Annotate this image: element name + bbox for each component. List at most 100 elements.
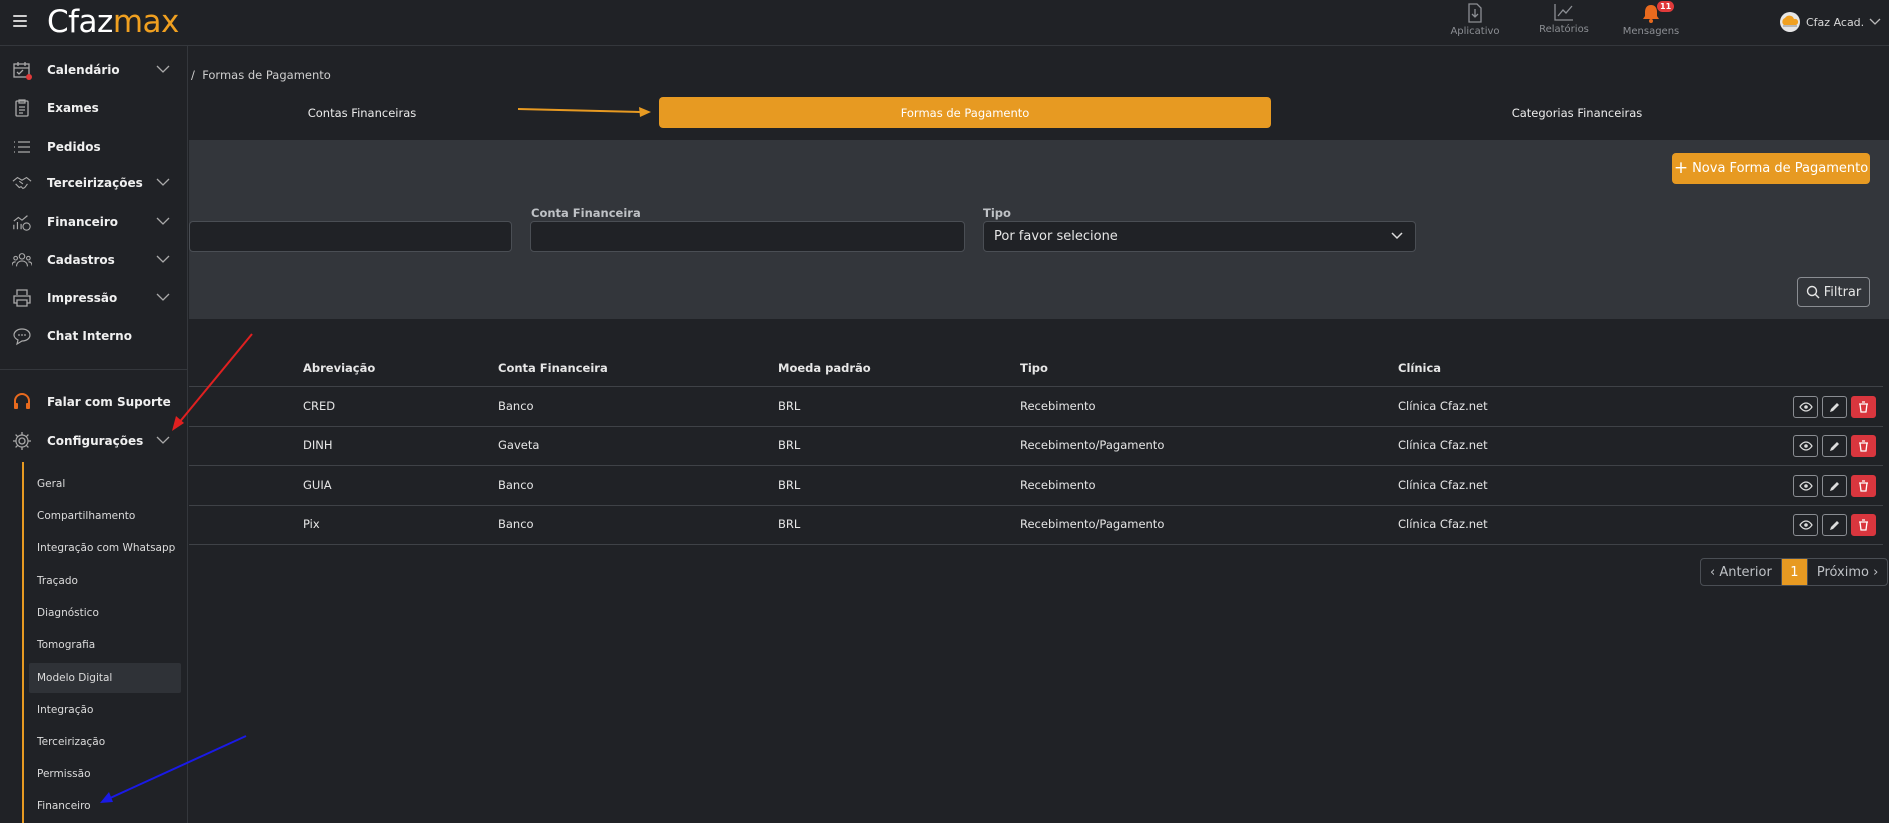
chart-icon xyxy=(1554,4,1573,21)
eye-icon xyxy=(1798,402,1813,412)
printer-icon xyxy=(12,288,32,308)
submenu-indicator xyxy=(22,462,24,823)
avatar xyxy=(1780,12,1800,32)
row-divider xyxy=(189,544,1883,545)
user-menu[interactable]: Cfaz Acad. xyxy=(1778,11,1881,33)
tipo-label: Tipo xyxy=(983,206,1011,220)
page-1-button[interactable]: 1 xyxy=(1780,559,1808,585)
delete-button[interactable] xyxy=(1851,475,1876,497)
trash-icon xyxy=(1859,480,1868,492)
tab-formas-pagamento[interactable]: Formas de Pagamento xyxy=(659,97,1271,128)
col-header-abreviacao: Abreviação xyxy=(303,361,376,375)
pencil-icon xyxy=(1829,403,1839,412)
col-header-moeda: Moeda padrão xyxy=(778,361,871,375)
chevron-down-icon xyxy=(156,178,170,186)
pencil-icon xyxy=(1829,482,1839,491)
chevron-down-icon xyxy=(156,436,170,444)
chevron-down-icon xyxy=(1869,18,1881,25)
col-header-clinica: Clínica xyxy=(1398,361,1442,375)
conta-financeira-label: Conta Financeira xyxy=(531,206,641,220)
tab-categorias-financeiras[interactable]: Categorias Financeiras xyxy=(1271,97,1883,128)
table-row: Pix Banco BRL Recebimento/Pagamento Clín… xyxy=(189,505,1883,544)
users-icon xyxy=(12,250,32,270)
submenu-item-tomografia[interactable]: Tomografia xyxy=(29,630,181,660)
sidebar-item-chat-interno[interactable]: Chat Interno xyxy=(0,321,188,351)
sidebar-item-configuracoes[interactable]: Configurações xyxy=(0,426,188,456)
eye-icon xyxy=(1798,441,1813,451)
submenu-item-tracado[interactable]: Traçado xyxy=(29,566,181,596)
trash-icon xyxy=(1859,440,1868,452)
edit-button[interactable] xyxy=(1822,475,1847,497)
top-bar: Cfazmax Aplicativo Relatórios 11 Mensage… xyxy=(0,0,1889,46)
sidebar-item-calendario[interactable]: Calendário xyxy=(0,55,188,85)
download-icon xyxy=(1468,3,1482,23)
header-item-aplicativo[interactable]: Aplicativo xyxy=(1435,3,1515,37)
trash-icon xyxy=(1859,519,1868,531)
finance-icon xyxy=(12,212,32,232)
filter-button[interactable]: Filtrar xyxy=(1797,277,1870,307)
submenu-item-compartilhamento[interactable]: Compartilhamento xyxy=(29,501,181,531)
submenu-item-geral[interactable]: Geral xyxy=(29,469,181,499)
edit-button[interactable] xyxy=(1822,514,1847,536)
header-item-relatorios[interactable]: Relatórios xyxy=(1524,3,1604,35)
sidebar-item-cadastros[interactable]: Cadastros xyxy=(0,245,188,275)
eye-icon xyxy=(1798,520,1813,530)
delete-button[interactable] xyxy=(1851,396,1876,418)
edit-button[interactable] xyxy=(1822,396,1847,418)
table-row: GUIA Banco BRL Recebimento Clínica Cfaz.… xyxy=(189,466,1883,505)
plus-icon: + xyxy=(1673,158,1689,178)
pagination: ‹ Anterior 1 Próximo › xyxy=(1700,558,1889,586)
submenu-item-integracao[interactable]: Integração xyxy=(29,695,181,725)
sidebar-item-pedidos[interactable]: Pedidos xyxy=(0,132,188,162)
view-button[interactable] xyxy=(1793,475,1818,497)
submenu-item-financeiro[interactable]: Financeiro xyxy=(29,791,181,821)
gear-icon xyxy=(12,431,32,451)
header-item-mensagens[interactable]: 11 Mensagens xyxy=(1611,1,1691,37)
sidebar-item-financeiro[interactable]: Financeiro xyxy=(0,207,188,237)
headset-icon xyxy=(12,392,32,412)
trash-icon xyxy=(1859,401,1868,413)
col-header-conta: Conta Financeira xyxy=(498,361,608,375)
tab-contas[interactable]: Contas Financeiras xyxy=(56,97,668,128)
chevron-down-icon xyxy=(1391,232,1403,240)
clipboard-icon xyxy=(12,98,32,118)
view-button[interactable] xyxy=(1793,435,1818,457)
chevron-down-icon xyxy=(156,65,170,73)
breadcrumb: / Formas de Pagamento xyxy=(191,68,331,82)
tipo-select[interactable]: Por favor selecione xyxy=(983,221,1416,252)
col-header-tipo: Tipo xyxy=(1020,361,1048,375)
delete-button[interactable] xyxy=(1851,514,1876,536)
name-filter-input[interactable] xyxy=(189,221,512,252)
search-icon xyxy=(1806,285,1820,299)
sidebar-divider xyxy=(0,369,188,370)
table-row: CRED Banco BRL Recebimento Clínica Cfaz.… xyxy=(189,387,1883,426)
table-row: DINH Gaveta BRL Recebimento/Pagamento Cl… xyxy=(189,426,1883,465)
submenu-item-permissao[interactable]: Permissão xyxy=(29,759,181,789)
pencil-icon xyxy=(1829,442,1839,451)
menu-toggle-icon[interactable] xyxy=(13,15,27,27)
calendar-icon xyxy=(12,60,32,80)
view-button[interactable] xyxy=(1793,396,1818,418)
chevron-down-icon xyxy=(156,255,170,263)
submenu-item-diagnostico[interactable]: Diagnóstico xyxy=(29,598,181,628)
notification-badge: 11 xyxy=(1657,1,1675,12)
view-button[interactable] xyxy=(1793,514,1818,536)
chat-icon xyxy=(12,326,32,346)
delete-button[interactable] xyxy=(1851,435,1876,457)
chevron-down-icon xyxy=(156,217,170,225)
sidebar-item-suporte[interactable]: Falar com Suporte xyxy=(0,387,188,417)
conta-financeira-input[interactable] xyxy=(530,221,965,252)
eye-icon xyxy=(1798,481,1813,491)
submenu-item-modelo-digital[interactable]: Modelo Digital xyxy=(29,663,181,693)
sidebar-item-terceirizacoes[interactable]: Terceirizações xyxy=(0,168,188,198)
app-logo[interactable]: Cfazmax xyxy=(47,4,179,40)
submenu-item-terceirizacao[interactable]: Terceirização xyxy=(29,727,181,757)
breadcrumb-current: Formas de Pagamento xyxy=(202,68,331,82)
prev-page-button[interactable]: ‹ Anterior xyxy=(1701,559,1781,585)
submenu-item-integracao-whatsapp[interactable]: Integração com Whatsapp xyxy=(29,533,181,563)
next-page-button[interactable]: Próximo › xyxy=(1808,559,1887,585)
new-payment-method-button[interactable]: + Nova Forma de Pagamento xyxy=(1672,153,1870,184)
sidebar-item-impressao[interactable]: Impressão xyxy=(0,283,188,313)
edit-button[interactable] xyxy=(1822,435,1847,457)
chevron-down-icon xyxy=(156,293,170,301)
